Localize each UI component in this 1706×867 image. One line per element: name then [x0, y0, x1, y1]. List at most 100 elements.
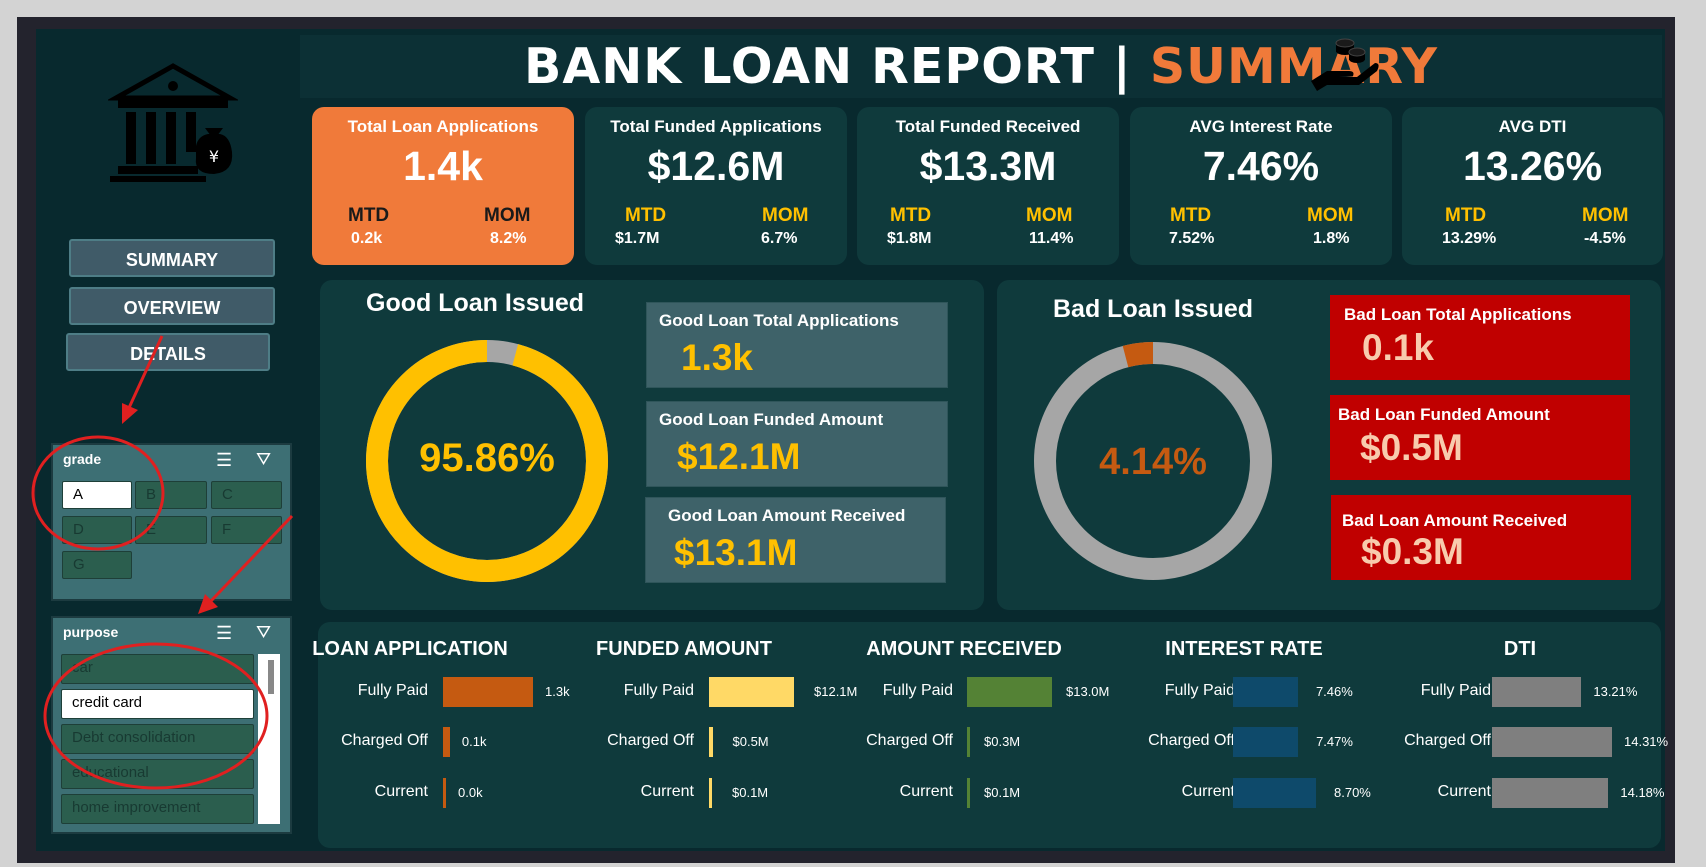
kpi-mom-label: MOM [1307, 205, 1354, 226]
bar-value-label: 14.18% [1620, 785, 1665, 800]
kpi-mtd-label: MTD [625, 205, 667, 226]
kpi-card-avg-interest-rate[interactable]: AVG Interest Rate 7.46% MTD 7.52% MOM 1.… [1130, 107, 1392, 265]
bar-mark [1492, 677, 1582, 707]
bar-mark [443, 778, 446, 808]
kpi-mom-value: 6.7% [761, 230, 798, 247]
bad-loan-title: Bad Loan Issued [1053, 295, 1254, 323]
box-value: 1.3k [681, 337, 754, 378]
bad-loan-applications-box: Bad Loan Total Applications 0.1k [1330, 295, 1630, 380]
box-value: $0.3M [1361, 531, 1464, 572]
kpi-mtd-value: $1.7M [615, 230, 660, 247]
bar-category-label: Current [899, 783, 953, 800]
kpi-mtd-label: MTD [1170, 205, 1212, 226]
bar-value-label: $0.1M [984, 785, 1021, 800]
box-value: $12.1M [677, 436, 801, 477]
kpi-title: Total Funded Received [895, 117, 1081, 136]
bar-value-label: 13.21% [1593, 684, 1638, 699]
bar-chart-title: LOAN APPLICATION [312, 638, 508, 660]
kpi-value: 7.46% [1202, 143, 1320, 189]
grade-option-g[interactable]: G [62, 551, 132, 579]
clear-filter-icon[interactable]: ⛛ [256, 449, 271, 470]
kpi-card-total-funded-applications[interactable]: Total Funded Applications $12.6M MTD $1.… [585, 107, 847, 265]
box-title: Bad Loan Amount Received [1342, 511, 1568, 530]
bar-category-label: Fully Paid [882, 682, 953, 699]
kpi-mtd-value: 7.52% [1169, 230, 1215, 247]
bar-value-label: $0.3M [984, 734, 1021, 749]
bar-category-label: Charged Off [607, 732, 694, 749]
bank-icon: ¥ [108, 63, 238, 182]
kpi-mtd-label: MTD [348, 205, 390, 226]
grade-option-a[interactable]: A [62, 481, 132, 509]
bar-mark [1492, 778, 1609, 808]
kpi-title: Total Funded Applications [610, 117, 822, 136]
bar-category-label: Fully Paid [357, 682, 428, 699]
grade-option-d[interactable]: D [62, 516, 132, 544]
purpose-option[interactable]: home improvement [61, 794, 254, 824]
grade-slicer-title: grade [63, 451, 102, 467]
bar-category-label: Current [1181, 783, 1235, 800]
box-title: Good Loan Total Applications [659, 311, 899, 330]
purpose-option[interactable]: credit card [61, 689, 254, 719]
grade-option-c[interactable]: C [211, 481, 282, 509]
title-main: BANK LOAN REPORT | [524, 38, 1150, 95]
bar-value-label: 14.31% [1624, 734, 1669, 749]
box-title: Good Loan Amount Received [668, 506, 906, 525]
multi-select-icon[interactable]: ☰ [216, 623, 232, 644]
kpi-value: $12.6M [647, 143, 785, 189]
title-accent: SUMMARY [1149, 38, 1438, 95]
box-value: $0.5M [1360, 427, 1463, 468]
bar-mark [443, 677, 533, 707]
kpi-card-total-funded-received[interactable]: Total Funded Received $13.3M MTD $1.8M M… [857, 107, 1119, 265]
kpi-value: $13.3M [919, 143, 1057, 189]
good-loan-funded-box: Good Loan Funded Amount $12.1M [646, 401, 948, 487]
good-loan-applications-box: Good Loan Total Applications 1.3k [646, 302, 948, 388]
nav-summary-button[interactable]: SUMMARY [69, 239, 275, 277]
bar-mark [967, 727, 970, 757]
grade-option-f[interactable]: F [211, 516, 282, 544]
box-value: 0.1k [1362, 327, 1435, 368]
grade-option-e[interactable]: E [135, 516, 207, 544]
box-title: Bad Loan Total Applications [1344, 305, 1572, 324]
grade-option-b[interactable]: B [135, 481, 207, 509]
nav-overview-button[interactable]: OVERVIEW [69, 287, 275, 325]
good-loan-title: Good Loan Issued [366, 289, 585, 317]
bar-value-label: 1.3k [545, 684, 570, 699]
bar-mark [1492, 727, 1612, 757]
purpose-option[interactable]: educational [61, 759, 254, 789]
bar-category-label: Fully Paid [1420, 682, 1491, 699]
purpose-slicer: purpose ☰ ⛛ car credit card Debt consoli… [51, 616, 292, 834]
multi-select-icon[interactable]: ☰ [216, 450, 232, 471]
svg-text:¥: ¥ [209, 147, 219, 166]
bad-loan-received-box: Bad Loan Amount Received $0.3M [1331, 495, 1631, 580]
bar-mark [1233, 727, 1299, 757]
bar-mark [443, 727, 450, 757]
bar-value-label: 8.70% [1334, 785, 1371, 800]
kpi-card-avg-dti[interactable]: AVG DTI 13.26% MTD 13.29% MOM -4.5% [1402, 107, 1663, 265]
bar-mark [709, 727, 713, 757]
bar-mark [1233, 677, 1298, 707]
purpose-option[interactable]: car [61, 654, 254, 684]
kpi-mtd-value: $1.8M [887, 230, 932, 247]
kpi-card-total-loan-applications[interactable]: Total Loan Applications 1.4k MTD 0.2k MO… [312, 107, 574, 265]
bar-category-label: Charged Off [866, 732, 953, 749]
slicer-scrollbar-thumb[interactable] [268, 660, 274, 694]
nav-details-button[interactable]: DETAILS [66, 333, 270, 371]
purpose-option[interactable]: Debt consolidation [61, 724, 254, 754]
kpi-mom-label: MOM [1026, 205, 1073, 226]
kpi-mtd-value: 13.29% [1442, 230, 1497, 247]
clear-filter-icon[interactable]: ⛛ [256, 622, 271, 643]
kpi-mtd-label: MTD [890, 205, 932, 226]
box-title: Bad Loan Funded Amount [1338, 405, 1550, 424]
bar-mark [709, 778, 712, 808]
bar-value-label: $0.5M [732, 734, 769, 749]
bar-mark [967, 677, 1052, 707]
good-loan-percent: 95.86% [419, 436, 555, 480]
bar-category-label: Current [640, 783, 694, 800]
bar-category-label: Charged Off [1404, 732, 1491, 749]
box-value: $13.1M [674, 532, 798, 573]
bar-value-label: 0.0k [458, 785, 483, 800]
kpi-mom-value: 8.2% [490, 230, 527, 247]
bar-category-label: Current [374, 783, 428, 800]
kpi-mom-value: -4.5% [1584, 230, 1626, 247]
report-title: BANK LOAN REPORT | SUMMARY [300, 35, 1662, 98]
